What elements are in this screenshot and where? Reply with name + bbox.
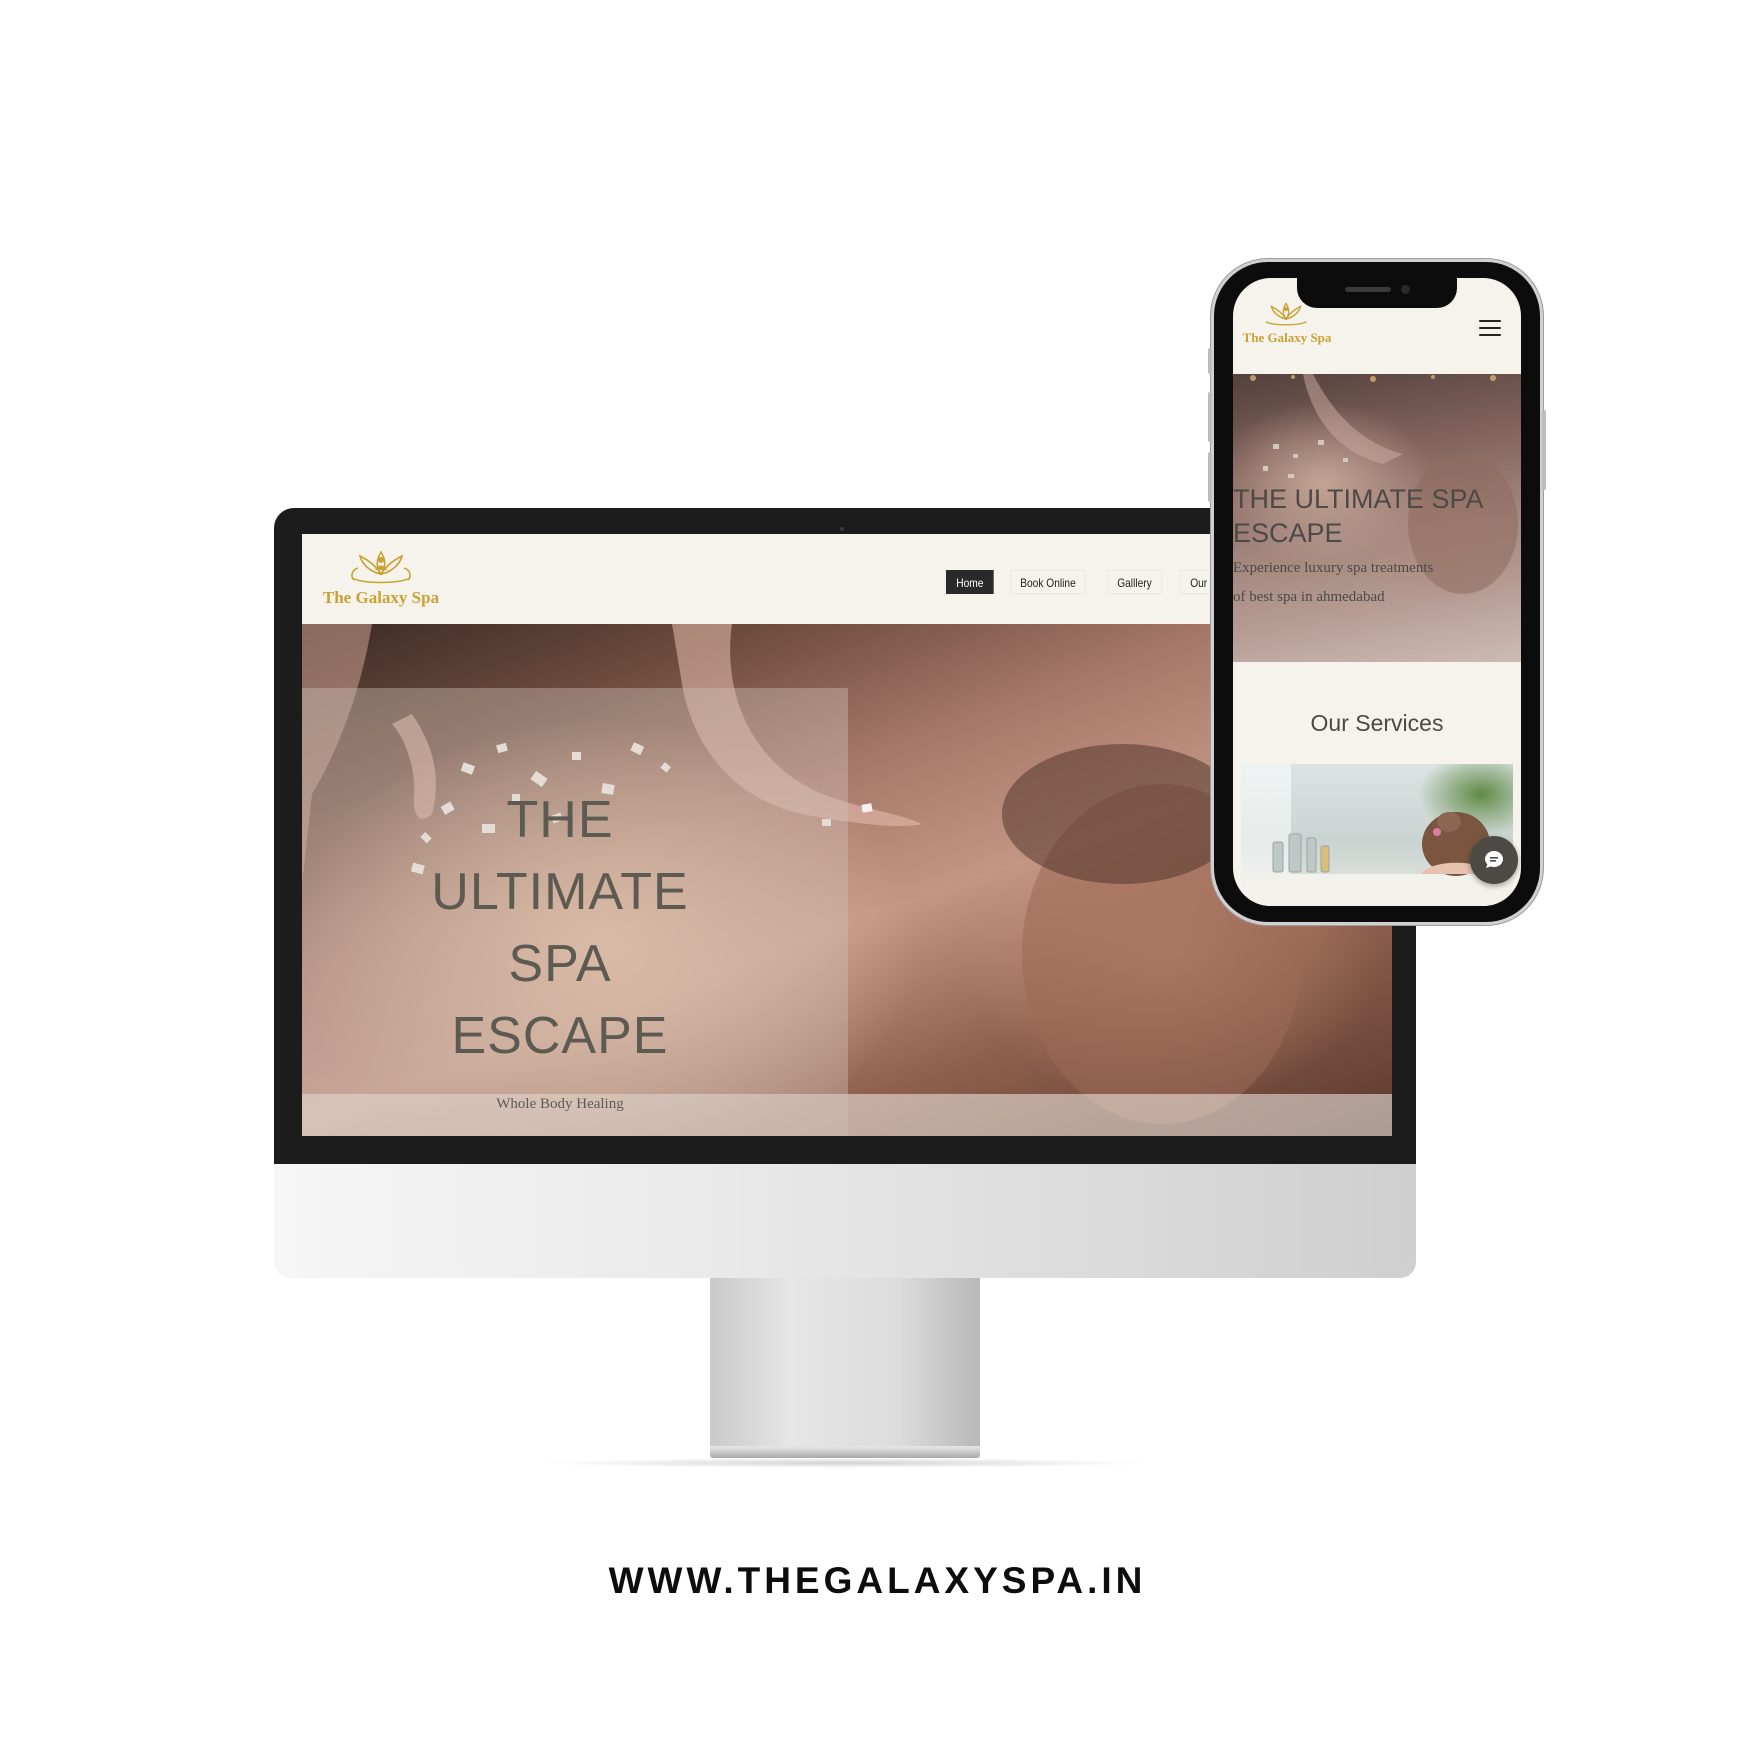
monitor-camera: [840, 518, 854, 549]
phone-side-button: [1208, 452, 1212, 502]
phone-speaker: [1345, 287, 1391, 292]
mobile-hero-text: Experience luxury spa treatments of best…: [1233, 554, 1473, 612]
phone-side-button: [1208, 348, 1212, 374]
monitor-shadow: [534, 1458, 1154, 1468]
monitor-stand-base: [710, 1446, 980, 1458]
phone-camera: [1401, 285, 1410, 294]
services-heading: Our Services: [1310, 710, 1444, 736]
mobile-hero-title-line: ESCAPE: [1233, 518, 1343, 548]
hero-text-panel: THE ULTIMATE SPA ESCAPE Whole Body Heali…: [302, 688, 848, 1136]
mobile-hero-title-line: THE ULTIMATE SPA: [1233, 484, 1484, 514]
lotus-buddha-emblem-icon: [1265, 302, 1307, 326]
hero-title-line: SPA: [508, 935, 612, 993]
hero-title-line: THE: [506, 791, 614, 849]
logo-text: The Galaxy Spa: [322, 588, 440, 607]
mobile-hero-title: THE ULTIMATE SPA ESCAPE: [1233, 482, 1521, 550]
phone-side-button: [1208, 392, 1212, 442]
site-logo[interactable]: The Galaxy Spa: [318, 548, 444, 614]
phone-side-button: [1542, 410, 1546, 490]
phone-notch: [1297, 278, 1457, 308]
monitor-chin: [274, 1164, 1416, 1278]
hero-title-line: ULTIMATE: [431, 863, 689, 921]
mobile-hero-text-line: of best spa in ahmedabad: [1233, 589, 1385, 605]
mobile-mockup: The Galaxy Spa THE ULTIMATE SPA ESCAPE E…: [1208, 262, 1546, 922]
website-url-caption: WWW.THEGALAXYSPA.IN: [608, 1560, 1147, 1601]
mobile-hero-image: THE ULTIMATE SPA ESCAPE Experience luxur…: [1233, 374, 1521, 662]
mobile-screen: The Galaxy Spa THE ULTIMATE SPA ESCAPE E…: [1233, 278, 1521, 906]
mobile-site-logo[interactable]: The Galaxy Spa: [1237, 300, 1337, 360]
hero-title: THE ULTIMATE SPA ESCAPE: [302, 784, 818, 1072]
hero-title-line: ESCAPE: [451, 1007, 669, 1065]
chat-icon: [1485, 851, 1503, 868]
hero-subtitle: Whole Body Healing: [496, 1096, 624, 1112]
nav-gallery[interactable]: Galllery: [1107, 570, 1163, 594]
hamburger-menu-icon[interactable]: [1479, 320, 1501, 338]
chat-button[interactable]: [1470, 836, 1518, 884]
mobile-hero-text-line: Experience luxury spa treatments: [1233, 560, 1434, 576]
service-image-decoration: [1241, 764, 1513, 906]
monitor-stand: [710, 1278, 980, 1448]
lotus-buddha-emblem-icon: [351, 550, 411, 584]
nav-book-online[interactable]: Book Online: [1010, 570, 1086, 594]
nav-home[interactable]: Home: [946, 570, 994, 594]
mobile-logo-text: The Galaxy Spa: [1242, 330, 1332, 345]
service-card-image[interactable]: [1241, 764, 1513, 906]
